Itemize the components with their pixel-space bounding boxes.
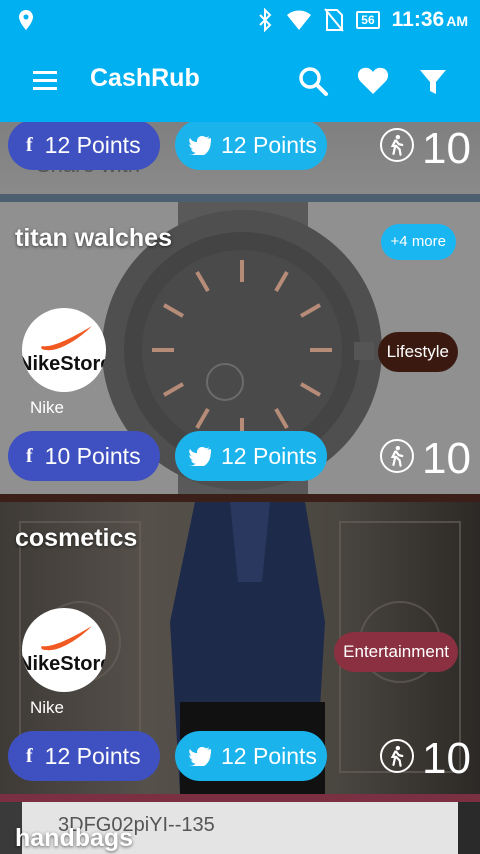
brand-name: Nike: [30, 398, 65, 417]
facebook-icon: f: [26, 744, 33, 767]
twitter-points-label: 12 Points: [221, 442, 317, 469]
clock-ampm: AM: [446, 13, 468, 29]
clock-time: 11:36: [391, 8, 445, 31]
facebook-icon: f: [26, 133, 33, 156]
app-bar: CashRub: [0, 40, 480, 122]
logo-text: NikeStore: [22, 653, 106, 675]
offer-card[interactable]: 3DFG02piYI--135 handbags: [0, 802, 480, 854]
twitter-icon: [189, 136, 211, 155]
more-offers-badge[interactable]: +4 more: [380, 224, 456, 260]
card-divider: [0, 494, 480, 502]
offers-feed[interactable]: Share with f 12 Points 12 Points 10: [0, 122, 480, 854]
twitter-points-label: 12 Points: [221, 742, 317, 769]
clock: 11:36 AM: [392, 8, 468, 32]
walk-in-count: 10: [422, 124, 471, 173]
nike-swoosh-icon: NikeStore: [22, 326, 106, 375]
favorites-heart-icon[interactable]: [356, 64, 390, 98]
no-sim-icon: [324, 8, 345, 32]
walk-in-icon: [380, 439, 414, 473]
brand-name: Nike: [30, 698, 65, 717]
walk-in-icon: [380, 128, 414, 162]
location-icon: [19, 10, 33, 30]
app-title: CashRub: [90, 64, 200, 92]
battery-level: 56: [356, 11, 380, 29]
offer-title: cosmetics: [15, 524, 138, 552]
walk-in-count: 10: [422, 734, 471, 783]
card-divider: [0, 194, 480, 202]
hamburger-menu-icon[interactable]: [30, 68, 60, 92]
facebook-points-label: 12 Points: [44, 131, 141, 158]
category-badge[interactable]: Entertainment: [334, 632, 458, 672]
offer-title: titan walches: [15, 224, 172, 252]
twitter-points-button[interactable]: 12 Points: [175, 731, 327, 781]
walk-in-count: 10: [422, 434, 471, 483]
category-badge[interactable]: Lifestyle: [377, 332, 458, 372]
facebook-points-label: 12 Points: [44, 742, 141, 769]
twitter-icon: [189, 447, 211, 466]
brand-logo: NikeStore: [22, 608, 106, 692]
facebook-points-button[interactable]: f 12 Points: [8, 122, 160, 170]
status-bar: 56 11:36 AM: [0, 0, 480, 40]
facebook-points-button[interactable]: f 10 Points: [8, 431, 160, 481]
offer-card[interactable]: Share with f 12 Points 12 Points 10: [0, 122, 480, 194]
app-screen: 56 11:36AM CashRub Share with f 12 Point…: [0, 0, 480, 854]
image-edge-right: [458, 802, 480, 854]
search-icon[interactable]: [296, 64, 330, 98]
logo-text: NikeStore: [22, 353, 106, 375]
twitter-icon: [189, 747, 211, 766]
card-divider: [0, 794, 480, 802]
offer-card[interactable]: titan walches +4 more NikeStore Nike Lif…: [0, 202, 480, 494]
facebook-points-label: 10 Points: [44, 442, 141, 469]
filter-icon[interactable]: [416, 64, 450, 98]
facebook-points-button[interactable]: f 12 Points: [8, 731, 160, 781]
offer-title: handbags: [15, 824, 134, 852]
twitter-points-button[interactable]: 12 Points: [175, 431, 327, 481]
twitter-points-label: 12 Points: [221, 131, 317, 158]
bluetooth-icon: [259, 8, 272, 32]
twitter-points-button[interactable]: 12 Points: [175, 122, 327, 170]
wifi-icon: [287, 10, 312, 30]
brand-logo: NikeStore: [22, 308, 106, 392]
walk-in-icon: [380, 739, 414, 773]
nike-swoosh-icon: NikeStore: [22, 626, 106, 675]
offer-card[interactable]: cosmetics NikeStore Nike Entertainment f…: [0, 502, 480, 794]
facebook-icon: f: [26, 444, 33, 467]
